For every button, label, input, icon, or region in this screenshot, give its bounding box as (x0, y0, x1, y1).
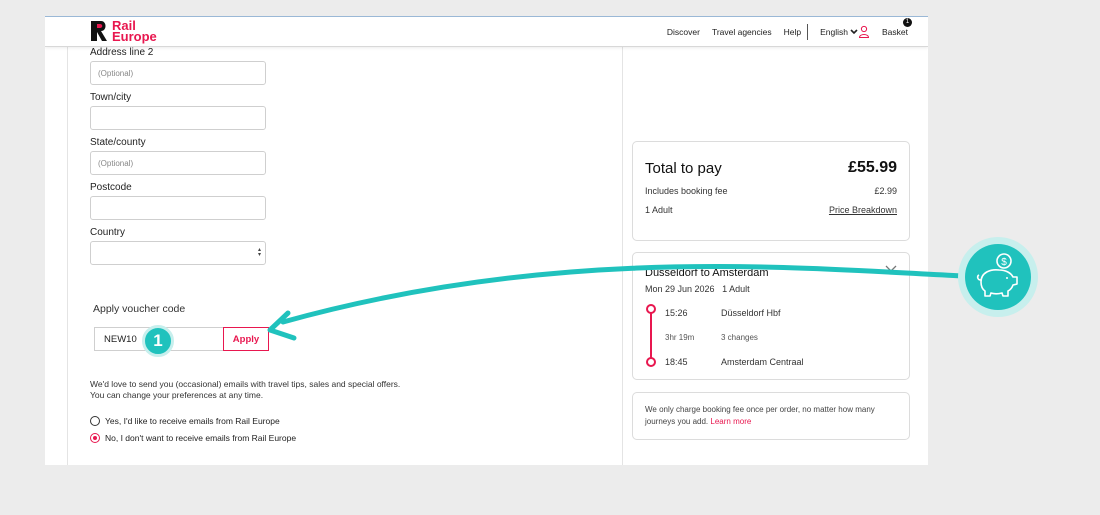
state-placeholder: (Optional) (98, 158, 134, 168)
checkout-form: Address line 2 (Optional) Town/city Stat… (67, 47, 623, 465)
state-input[interactable]: (Optional) (90, 151, 266, 175)
passenger-count: 1 Adult (645, 205, 673, 215)
address2-input[interactable]: (Optional) (90, 61, 266, 85)
total-label: Total to pay (645, 160, 722, 177)
piggy-bank-bg: $ (965, 244, 1031, 310)
email-text-line-2: You can change your preferences at any t… (90, 390, 264, 400)
total-price: £55.99 (848, 159, 897, 176)
fee-label: Includes booking fee (645, 186, 728, 196)
email-option-no-label: No, I don't want to receive emails from … (105, 433, 297, 443)
postcode-label: Postcode (90, 182, 132, 193)
svg-text:$: $ (1001, 257, 1007, 268)
nav-travel-agencies[interactable]: Travel agencies (712, 27, 772, 37)
nav-divider (807, 24, 809, 40)
language-label: English (820, 27, 848, 37)
browser-page: Rail Europe Discover Travel agencies Hel… (45, 16, 928, 465)
town-input[interactable] (90, 106, 266, 130)
nav-help[interactable]: Help (784, 27, 801, 37)
total-card: Total to pay £55.99 Includes booking fee… (632, 141, 910, 241)
journey-date: Mon 29 Jun 2026 1 Adult (645, 284, 750, 294)
select-arrows-icon: ▴ ▾ (257, 247, 261, 258)
journey-date-text: Mon 29 Jun 2026 (645, 284, 715, 294)
journey-duration: 3hr 19m (665, 333, 695, 342)
basket-count-badge: 1 (903, 18, 912, 27)
postcode-input[interactable] (90, 196, 266, 220)
timeline-start-dot (646, 304, 656, 314)
rail-europe-logo[interactable]: Rail Europe (90, 19, 157, 44)
country-label: Country (90, 227, 126, 238)
piggy-bank-badge: $ (958, 237, 1038, 317)
apply-voucher-button[interactable]: Apply (223, 327, 269, 351)
basket-label: Basket (882, 27, 908, 37)
radio-yes[interactable] (90, 416, 100, 426)
depart-time: 15:26 (665, 308, 688, 318)
basket-link[interactable]: Basket 1 (882, 18, 912, 37)
address2-label: Address line 2 (90, 47, 154, 58)
booking-fee-info: We only charge booking fee once per orde… (645, 404, 899, 428)
journey-card: Düsseldorf to Amsterdam Mon 29 Jun 2026 … (632, 252, 910, 380)
nav-discover[interactable]: Discover (667, 27, 700, 37)
email-option-no[interactable]: No, I don't want to receive emails from … (90, 433, 296, 443)
state-label: State/county (90, 137, 146, 148)
booking-fee-info-card: We only charge booking fee once per orde… (632, 392, 910, 440)
country-select[interactable]: ▴ ▾ (90, 241, 266, 265)
fee-value: £2.99 (874, 186, 897, 196)
logo-mark-icon (91, 21, 107, 41)
email-text-line-1: We'd love to send you (occasional) email… (90, 379, 401, 389)
timeline-end-dot (646, 357, 656, 367)
timeline-line (650, 309, 652, 363)
journey-passengers: 1 Adult (722, 284, 750, 294)
booking-fee-text: We only charge booking fee once per orde… (645, 405, 875, 426)
chevron-down-icon[interactable] (885, 265, 897, 273)
main-nav: Discover Travel agencies Help English Ba… (655, 17, 912, 47)
step-number-badge: 1 (142, 325, 174, 357)
piggy-bank-icon: $ (976, 253, 1018, 297)
price-breakdown-link[interactable]: Price Breakdown (829, 205, 897, 215)
radio-no[interactable] (90, 433, 100, 443)
logo-line-2: Europe (112, 29, 157, 44)
site-header: Rail Europe Discover Travel agencies Hel… (45, 17, 928, 47)
journey-title: Düsseldorf to Amsterdam (645, 267, 769, 279)
user-icon[interactable] (858, 25, 870, 39)
town-label: Town/city (90, 92, 132, 103)
learn-more-link[interactable]: Learn more (710, 417, 751, 426)
journey-changes: 3 changes (721, 333, 758, 342)
address2-placeholder: (Optional) (98, 68, 134, 78)
logo-text: Rail Europe (112, 19, 157, 44)
email-consent-text: We'd love to send you (occasional) email… (90, 379, 400, 401)
voucher-label: Apply voucher code (93, 303, 186, 315)
chevron-down-icon (850, 29, 858, 35)
language-selector[interactable]: English (820, 27, 858, 37)
email-option-yes[interactable]: Yes, I'd like to receive emails from Rai… (90, 416, 280, 426)
email-option-yes-label: Yes, I'd like to receive emails from Rai… (105, 416, 280, 426)
arrive-station: Amsterdam Centraal (721, 357, 804, 367)
arrive-time: 18:45 (665, 357, 688, 367)
depart-station: Düsseldorf Hbf (721, 308, 781, 318)
